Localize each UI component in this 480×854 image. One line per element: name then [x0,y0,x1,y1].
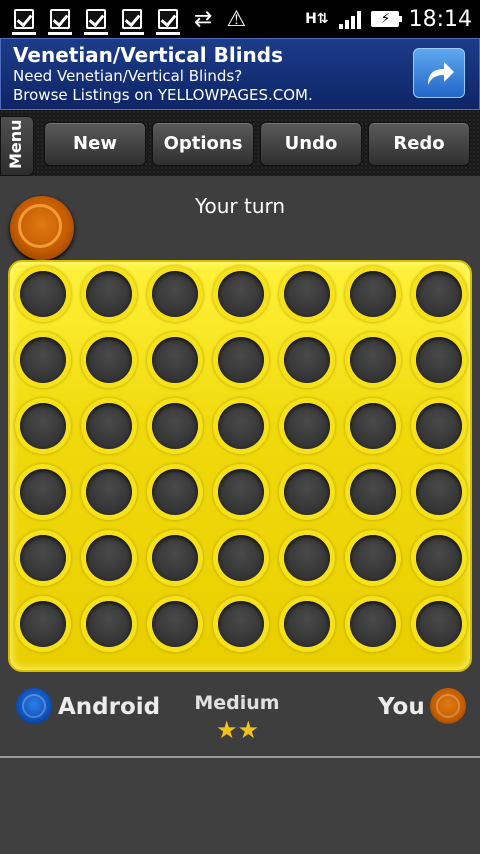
warning-icon: ⚠ [226,6,247,32]
board-slot[interactable] [279,464,335,520]
board-slot[interactable] [345,464,401,520]
player-name: You [378,694,425,720]
task-check-icon [84,7,108,35]
sync-icon: ⇄ [194,6,213,32]
board-slot[interactable] [213,530,269,586]
board-slot[interactable] [213,464,269,520]
board-slot[interactable] [411,266,467,322]
board-slot[interactable] [345,266,401,322]
forward-arrow-icon [428,62,454,85]
board-slot[interactable] [279,530,335,586]
task-check-icon [12,7,36,35]
board-slot[interactable] [81,530,137,586]
board-slot[interactable] [81,464,137,520]
ad-line-1: Need Venetian/Vertical Blinds? [13,67,243,85]
bottom-area [0,758,480,854]
board-slot[interactable] [345,332,401,388]
status-clock: 18:14 [408,6,472,32]
redo-button[interactable]: Redo [368,122,470,166]
board-slot[interactable] [213,332,269,388]
board-slot[interactable] [411,464,467,520]
board-slot[interactable] [411,398,467,454]
board-slot[interactable] [15,596,71,652]
board-slot[interactable] [15,530,71,586]
options-button[interactable]: Options [152,122,254,166]
new-button[interactable]: New [44,122,146,166]
board-slot[interactable] [411,596,467,652]
board-slot[interactable] [15,332,71,388]
board-slot[interactable] [81,596,137,652]
board-slot[interactable] [279,266,335,322]
player-row: Android Medium ★★ You [0,684,480,744]
task-check-icon [156,7,180,35]
board-slot[interactable] [81,398,137,454]
battery-charging-icon: ⚡ [370,11,402,27]
board-slot[interactable] [279,596,335,652]
difficulty-stars: ★★ [216,718,259,742]
menu-label: Menu [6,119,25,169]
board-slot[interactable] [147,596,203,652]
ad-share-button[interactable] [413,48,465,98]
board-slot[interactable] [411,530,467,586]
board-slot[interactable] [15,266,71,322]
board-slot[interactable] [213,266,269,322]
board-slot[interactable] [15,464,71,520]
board-slot[interactable] [147,464,203,520]
board-slot[interactable] [279,332,335,388]
board-slot[interactable] [279,398,335,454]
board-slot[interactable] [345,530,401,586]
board-slot[interactable] [345,398,401,454]
star-icon: ★ [237,716,260,744]
game-board[interactable] [8,260,472,672]
menu-tab[interactable]: Menu [0,116,34,176]
board-slot[interactable] [147,332,203,388]
board-slot[interactable] [345,596,401,652]
board-slot[interactable] [81,332,137,388]
star-icon: ★ [216,716,238,744]
game-area: Your turn Android Medium ★★ You [0,176,480,756]
undo-button[interactable]: Undo [260,122,362,166]
board-slot[interactable] [213,596,269,652]
board-slot[interactable] [213,398,269,454]
board-slot[interactable] [147,530,203,586]
signal-icon [338,9,361,29]
ad-line-2: Browse Listings on YELLOWPAGES.COM. [13,86,313,104]
task-check-icon [48,7,72,35]
board-slot[interactable] [411,332,467,388]
hspa-icon: H⇅ [305,11,329,27]
ad-banner[interactable]: Venetian/Vertical Blinds Need Venetian/V… [0,38,480,110]
turn-indicator: Your turn [194,194,286,218]
player-disc-icon [430,688,466,724]
board-slot[interactable] [147,266,203,322]
task-check-icon [120,7,144,35]
board-slot[interactable] [81,266,137,322]
status-bar: ⇄ ⚠ H⇅ ⚡ 18:14 [0,0,480,38]
board-slot[interactable] [15,398,71,454]
board-slot[interactable] [147,398,203,454]
toolbar: Menu New Options Undo Redo [0,110,480,176]
ad-title: Venetian/Vertical Blinds [13,43,284,67]
